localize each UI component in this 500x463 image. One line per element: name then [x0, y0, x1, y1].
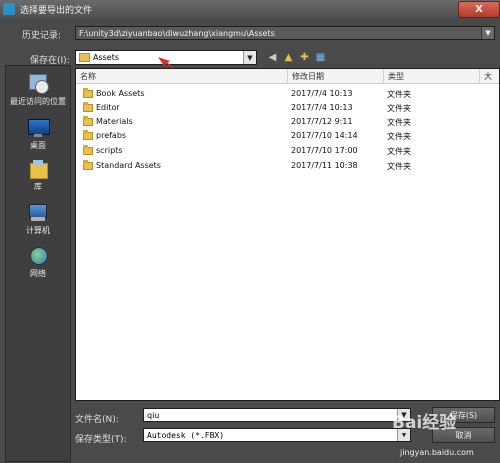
back-icon[interactable]: ◀ [266, 51, 279, 64]
column-header-name[interactable]: 名称 [76, 69, 288, 84]
new-folder-icon[interactable]: ✚ [298, 51, 311, 64]
computer-icon [27, 203, 49, 223]
app-icon [3, 3, 15, 15]
file-type: 文件夹 [387, 162, 411, 171]
file-modified: 2017/7/12 9:11 [291, 117, 353, 126]
filetype-select[interactable]: Autodesk (*.FBX) ▼ [143, 428, 411, 442]
filetype-value: Autodesk (*.FBX) [147, 430, 225, 440]
file-type: 文件夹 [387, 118, 411, 127]
table-row[interactable]: Book Assets 2017/7/4 10:13 文件夹 [76, 87, 499, 101]
sidebar-item-label: 网络 [30, 269, 46, 278]
view-menu-icon[interactable]: ▦ [314, 51, 327, 64]
file-name: Standard Assets [96, 161, 161, 170]
recent-places-icon [27, 74, 49, 94]
watermark-logo: Bai经验 [392, 413, 457, 433]
folder-icon [83, 160, 93, 170]
filename-input[interactable]: qiu ▼ [143, 408, 411, 422]
column-header-size[interactable]: 大 [480, 69, 499, 84]
sidebar-item-label: 桌面 [30, 141, 46, 150]
desktop-icon [27, 118, 50, 138]
sidebar-item-label: 计算机 [26, 226, 50, 235]
folder-icon [83, 116, 93, 126]
history-path: F:\unity3d\ziyuanbao\diwuzhang\xiangmu\A… [79, 28, 275, 38]
table-row[interactable]: prefabs 2017/7/10 14:14 文件夹 [76, 129, 499, 143]
folder-icon [83, 145, 93, 155]
table-row[interactable]: Standard Assets 2017/7/11 10:38 文件夹 [76, 159, 499, 173]
file-name: Book Assets [96, 89, 145, 98]
sidebar-item-computer[interactable]: 计算机 [6, 203, 70, 236]
folder-icon [83, 88, 93, 98]
sidebar-item-library[interactable]: 库 [6, 159, 70, 192]
folder-icon [79, 53, 90, 62]
up-folder-icon[interactable]: ▲ [282, 51, 295, 64]
history-combo[interactable]: F:\unity3d\ziyuanbao\diwuzhang\xiangmu\A… [75, 26, 495, 40]
filename-label: 文件名(N): [75, 415, 119, 425]
file-type: 文件夹 [387, 90, 411, 99]
save-in-value: Assets [93, 53, 120, 62]
file-name: scripts [96, 146, 123, 155]
folder-icon [83, 130, 93, 140]
filename-value: qiu [147, 410, 160, 420]
sidebar-item-label: 最近访问的位置 [10, 97, 66, 106]
file-modified: 2017/7/10 17:00 [291, 146, 358, 155]
chevron-down-icon[interactable]: ▼ [481, 27, 494, 39]
file-type: 文件夹 [387, 132, 411, 141]
file-type: 文件夹 [387, 104, 411, 113]
file-modified: 2017/7/4 10:13 [291, 89, 353, 98]
history-label: 历史记录: [22, 31, 62, 41]
sidebar-item-network[interactable]: 网络 [6, 246, 70, 279]
file-name: Materials [96, 117, 133, 126]
table-row[interactable]: Materials 2017/7/12 9:11 文件夹 [76, 115, 499, 129]
sidebar-item-recent[interactable]: 最近访问的位置 [6, 74, 70, 107]
table-row[interactable]: Editor 2017/7/4 10:13 文件夹 [76, 101, 499, 115]
network-icon [27, 246, 49, 266]
file-modified: 2017/7/4 10:13 [291, 103, 353, 112]
filetype-label: 保存类型(T): [75, 435, 127, 445]
file-type: 文件夹 [387, 147, 411, 156]
watermark-url: jingyan.baidu.com [400, 448, 474, 457]
column-header-modified[interactable]: 修改日期 [288, 69, 384, 84]
file-modified: 2017/7/10 14:14 [291, 131, 358, 140]
column-header-type[interactable]: 类型 [384, 69, 480, 84]
library-icon [27, 159, 49, 179]
file-list[interactable]: 名称 修改日期 类型 大 Book Assets 2017/7/4 10:13 … [75, 68, 500, 401]
window-title: 选择要导出的文件 [20, 6, 93, 16]
file-name: Editor [96, 103, 120, 112]
folder-icon [83, 102, 93, 112]
places-sidebar: 最近访问的位置 桌面 库 计算机 网络 [5, 65, 71, 462]
sidebar-item-label: 库 [34, 182, 42, 191]
sidebar-item-desktop[interactable]: 桌面 [6, 118, 70, 151]
close-button[interactable]: X [458, 1, 500, 18]
file-name: prefabs [96, 131, 127, 140]
table-row[interactable]: scripts 2017/7/10 17:00 文件夹 [76, 144, 499, 158]
file-modified: 2017/7/11 10:38 [291, 161, 358, 170]
